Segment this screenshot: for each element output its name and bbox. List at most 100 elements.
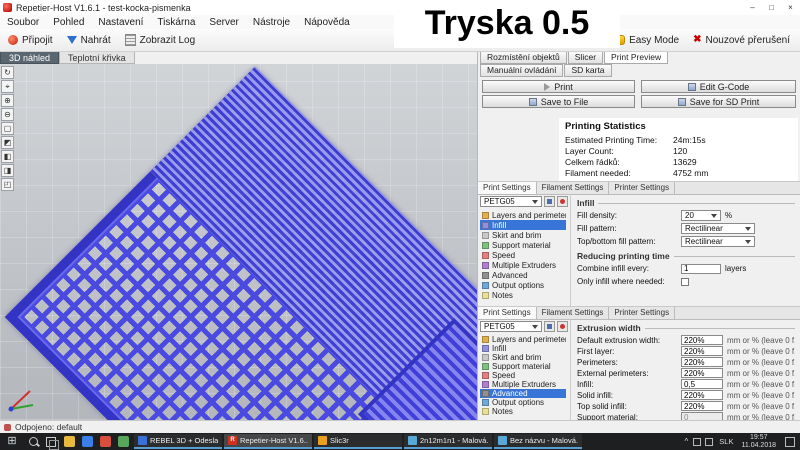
taskbar-window-rebel3d[interactable]: REBEL 3D + Odeslat... — [134, 434, 222, 449]
tab-filament-settings[interactable]: Filament Settings — [537, 182, 610, 194]
network-icon[interactable] — [693, 438, 701, 446]
zoom-out-icon[interactable]: ⊖ — [1, 108, 14, 121]
save-for-sd-button[interactable]: Save for SD Print — [641, 95, 796, 108]
save-profile-icon[interactable] — [544, 196, 555, 207]
tab-temperature-curve[interactable]: Teplotní křivka — [59, 51, 135, 64]
edit-gcode-icon — [688, 83, 696, 91]
external-perimeters-width-input[interactable] — [681, 368, 723, 378]
paint-icon — [498, 436, 507, 445]
tab-3d-view[interactable]: 3D náhled — [0, 51, 59, 64]
default-extrusion-width-input[interactable] — [681, 335, 723, 345]
search-button[interactable] — [24, 433, 42, 450]
tree-item-notes[interactable]: Notes — [480, 407, 566, 416]
perimeters-width-input[interactable] — [681, 357, 723, 367]
delete-profile-icon[interactable] — [557, 321, 568, 332]
save-profile-icon[interactable] — [544, 321, 555, 332]
tree-item-layers[interactable]: Layers and perimeters — [480, 335, 566, 344]
pinned-app-edge[interactable] — [78, 433, 96, 450]
tree-item-advanced[interactable]: Advanced — [480, 389, 566, 398]
taskbar-window-paint-1[interactable]: 2n12m1n1 - Malová... — [404, 434, 492, 449]
tree-item-layers[interactable]: Layers and perimeters — [480, 210, 566, 220]
only-infill-checkbox[interactable] — [681, 278, 689, 286]
front-view-icon[interactable]: ◧ — [1, 150, 14, 163]
menu-tiskarna[interactable]: Tiskárna — [150, 17, 202, 28]
action-center-icon[interactable] — [785, 437, 795, 447]
tree-item-output[interactable]: Output options — [480, 280, 566, 290]
fill-pattern-select[interactable]: Rectilinear — [681, 223, 755, 234]
tree-item-support[interactable]: Support material — [480, 240, 566, 250]
tab-filament-settings[interactable]: Filament Settings — [537, 307, 610, 319]
fit-view-icon[interactable]: ▢ — [1, 122, 14, 135]
top-solid-infill-width-input[interactable] — [681, 401, 723, 411]
combine-infill-input[interactable] — [681, 264, 721, 274]
taskbar-window-slic3r[interactable]: Slic3r — [314, 434, 402, 449]
tree-item-infill[interactable]: Infill — [480, 220, 566, 230]
menu-nastroje[interactable]: Nástroje — [246, 17, 297, 28]
tree-item-advanced[interactable]: Advanced — [480, 270, 566, 280]
close-button[interactable]: × — [781, 0, 800, 15]
support-material-width-input[interactable] — [681, 412, 723, 420]
pinned-app-explorer[interactable] — [60, 433, 78, 450]
pinned-app-firefox[interactable] — [96, 433, 114, 450]
tree-item-speed[interactable]: Speed — [480, 371, 566, 380]
tree-item-skirt[interactable]: Skirt and brim — [480, 230, 566, 240]
menu-pohled[interactable]: Pohled — [46, 17, 91, 28]
infill-width-input[interactable] — [681, 379, 723, 389]
menu-napoveda[interactable]: Nápověda — [297, 17, 357, 28]
clock[interactable]: 19:57 11.04.2018 — [737, 434, 780, 450]
tab-sd-card[interactable]: SD karta — [564, 64, 611, 77]
taskbar-window-paint-2[interactable]: Bez názvu - Malová... — [494, 434, 582, 449]
tree-item-speed[interactable]: Speed — [480, 250, 566, 260]
tab-printer-settings[interactable]: Printer Settings — [609, 182, 675, 194]
tree-item-skirt[interactable]: Skirt and brim — [480, 353, 566, 362]
extruders-icon — [482, 262, 489, 269]
zoom-in-icon[interactable]: ⊕ — [1, 94, 14, 107]
tab-print-preview[interactable]: Print Preview — [604, 51, 668, 64]
edit-gcode-button[interactable]: Edit G-Code — [641, 80, 796, 93]
tab-object-placement[interactable]: Rozmístění objektů — [480, 51, 567, 64]
menu-nastaveni[interactable]: Nastavení — [91, 17, 150, 28]
save-to-file-button[interactable]: Save to File — [482, 95, 635, 108]
tab-print-settings[interactable]: Print Settings — [478, 307, 537, 319]
side-view-icon[interactable]: ◨ — [1, 164, 14, 177]
tree-item-extruders[interactable]: Multiple Extruders — [480, 380, 566, 389]
move-view-icon[interactable]: ⌖ — [1, 80, 14, 93]
top-view-icon[interactable]: ◰ — [1, 178, 14, 191]
minimize-button[interactable]: – — [743, 0, 762, 15]
maximize-button[interactable]: □ — [762, 0, 781, 15]
tree-item-output[interactable]: Output options — [480, 398, 566, 407]
fill-density-select[interactable]: 20 — [681, 210, 721, 221]
menu-server[interactable]: Server — [202, 17, 245, 28]
tab-print-settings[interactable]: Print Settings — [478, 182, 537, 194]
top-bottom-pattern-select[interactable]: Rectilinear — [681, 236, 755, 247]
tree-item-infill[interactable]: Infill — [480, 344, 566, 353]
rotate-view-icon[interactable]: ↻ — [1, 66, 14, 79]
start-button[interactable]: ⊞ — [0, 433, 24, 450]
tab-printer-settings[interactable]: Printer Settings — [609, 307, 675, 319]
easy-mode-button[interactable]: Easy Mode — [609, 33, 685, 48]
first-layer-width-input[interactable] — [681, 346, 723, 356]
3d-viewport[interactable]: ↻ ⌖ ⊕ ⊖ ▢ ◩ ◧ ◨ ◰ — [0, 64, 477, 420]
show-log-button[interactable]: Zobrazit Log — [119, 32, 202, 48]
tree-item-notes[interactable]: Notes — [480, 290, 566, 300]
delete-profile-icon[interactable] — [557, 196, 568, 207]
tab-manual-control[interactable]: Manuální ovládání — [480, 64, 563, 77]
pinned-app-store[interactable] — [114, 433, 132, 450]
menu-soubor[interactable]: Soubor — [0, 17, 46, 28]
emergency-stop-button[interactable]: ✖ Nouzové přerušení — [687, 33, 796, 48]
profile-select[interactable]: PETG05 — [480, 321, 542, 332]
tray-expand-icon[interactable]: ^ — [682, 437, 692, 446]
tree-item-support[interactable]: Support material — [480, 362, 566, 371]
profile-select[interactable]: PETG05 — [480, 196, 542, 207]
taskbar-window-repetier[interactable]: R Repetier-Host V1.6... — [224, 434, 312, 449]
language-indicator[interactable]: SLK — [715, 437, 737, 446]
tree-item-extruders[interactable]: Multiple Extruders — [480, 260, 566, 270]
isometric-view-icon[interactable]: ◩ — [1, 136, 14, 149]
tab-slicer[interactable]: Slicer — [568, 51, 603, 64]
print-button[interactable]: Print — [482, 80, 635, 93]
load-button[interactable]: Nahrát — [61, 33, 117, 48]
task-view-button[interactable] — [42, 433, 60, 450]
volume-icon[interactable] — [705, 438, 713, 446]
solid-infill-width-input[interactable] — [681, 390, 723, 400]
connect-button[interactable]: Připojit — [2, 33, 59, 48]
